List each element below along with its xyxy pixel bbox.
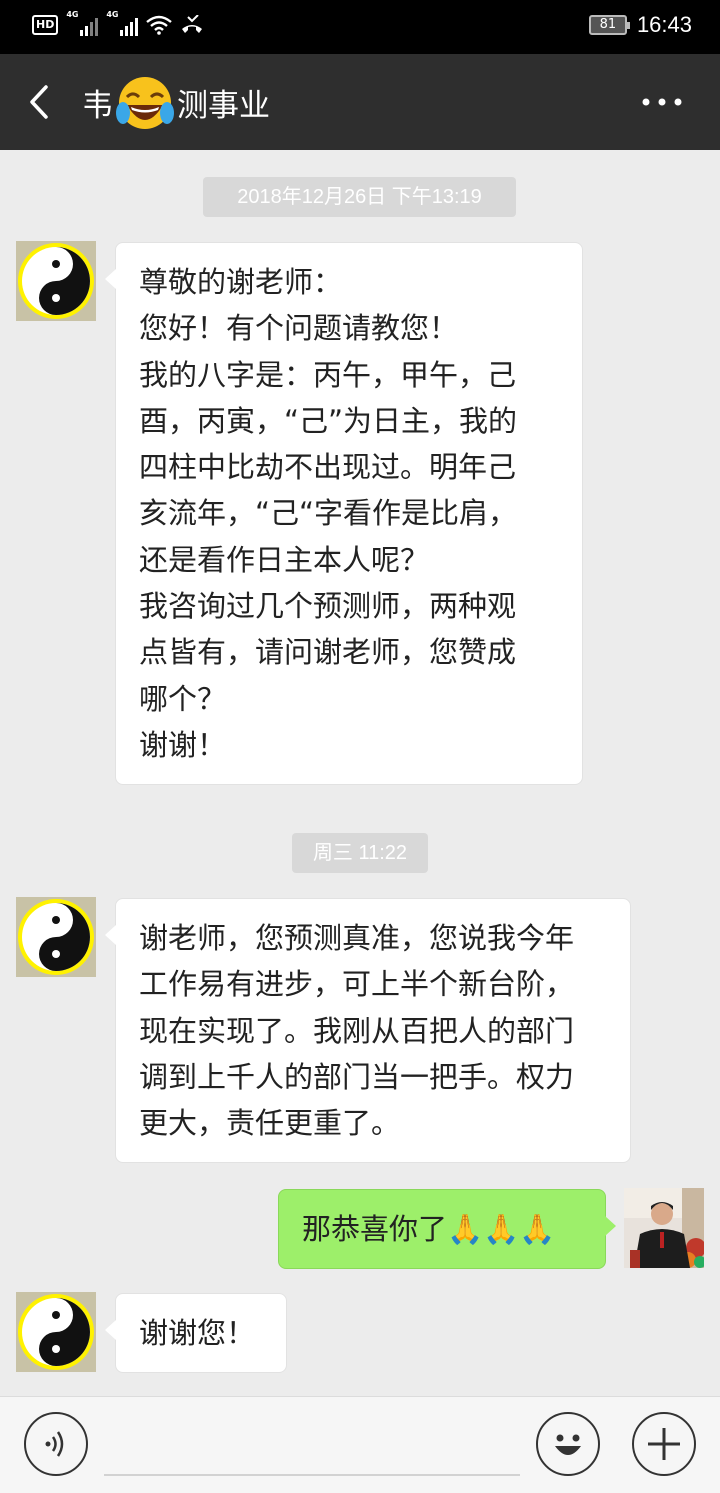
chevron-left-icon[interactable] [26, 84, 54, 120]
missed-call-icon [182, 15, 203, 33]
plus-button[interactable] [632, 1412, 696, 1476]
chat-header: 韦 测事业 [0, 54, 720, 150]
message-line: 酉，丙寅，“己”为日主，我的 [139, 403, 518, 438]
status-time: 16:43 [636, 12, 692, 37]
chat-title-part-2: 测事业 [177, 88, 270, 124]
message-line: 谢谢！ [139, 727, 227, 762]
battery-indicator: 81 [588, 15, 630, 35]
yin-yang-avatar[interactable] [16, 897, 96, 977]
user-photo-avatar[interactable] [624, 1188, 704, 1268]
message-line: 谢老师，您预测真准，您说我今年 [139, 921, 575, 955]
emoji-button[interactable] [536, 1412, 600, 1476]
status-bar: HD 4G 4G 81 16:43 [0, 0, 720, 54]
network-type-label: 4G [66, 10, 79, 19]
voice-button[interactable] [24, 1412, 88, 1476]
message-line: 更大，责任更重了。 [139, 1106, 401, 1141]
message-line: 亥流年，“己“字看作是比肩， [139, 496, 518, 531]
message-bubble[interactable]: 谢老师，您预测真准，您说我今年 工作易有进步，可上半个新台阶， 现在实现了。我刚… [105, 898, 631, 1164]
message-bubble[interactable]: 谢谢您！ [105, 1293, 287, 1374]
voice-icon [45, 1431, 64, 1457]
more-dots-icon[interactable] [638, 90, 686, 114]
chat-title-part-1: 韦 [82, 88, 113, 124]
hd-indicator: HD [32, 15, 59, 35]
message-line: 尊敬的谢老师： [139, 265, 343, 299]
emoji-icon [555, 1434, 581, 1455]
message-line: 点皆有，请问谢老师，您赞成 [139, 635, 517, 670]
message-line: 哪个？ [139, 681, 227, 716]
message-line: 现在实现了。我刚从百把人的部门 [139, 1013, 575, 1048]
yin-yang-avatar[interactable] [16, 1292, 96, 1372]
plus-icon [648, 1428, 680, 1460]
message-input[interactable] [104, 1474, 520, 1476]
signal-icon-2: 4G [106, 10, 139, 36]
message-line: 我的八字是：丙午，甲午，己 [139, 357, 517, 392]
my-message-bubble[interactable]: 那恭喜你了🙏🙏🙏 [278, 1189, 616, 1270]
wifi-icon [146, 15, 173, 35]
message-line: 四柱中比劫不出现过。明年己 [139, 450, 517, 485]
chat-input-bar [0, 1396, 720, 1493]
message-line: 还是看作日主本人呢？ [139, 542, 430, 577]
message-line: 那恭喜你了🙏🙏🙏 [302, 1212, 556, 1246]
message-timestamp: 周三 11:22 [292, 833, 428, 873]
message-line: 工作易有进步，可上半个新台阶， [139, 967, 575, 1002]
signal-icon: 4G [66, 10, 99, 36]
tears-of-joy-emoji-icon [116, 76, 174, 129]
message-line: 我咨询过几个预测师，两种观 [139, 589, 517, 624]
message-timestamp: 2018年12月26日 下午13:19 [203, 177, 516, 217]
message-line: 谢谢您！ [139, 1316, 256, 1350]
network-type-label-2: 4G [106, 10, 119, 19]
chat-title: 韦 测事业 [82, 76, 270, 129]
message-line: 您好！有个问题请教您！ [139, 311, 459, 346]
message-bubble[interactable]: 尊敬的谢老师： 您好！有个问题请教您！ 我的八字是：丙午，甲午，己 酉，丙寅，“… [105, 242, 583, 786]
message-line: 调到上千人的部门当一把手。权力 [139, 1059, 575, 1094]
yin-yang-avatar[interactable] [16, 241, 96, 321]
